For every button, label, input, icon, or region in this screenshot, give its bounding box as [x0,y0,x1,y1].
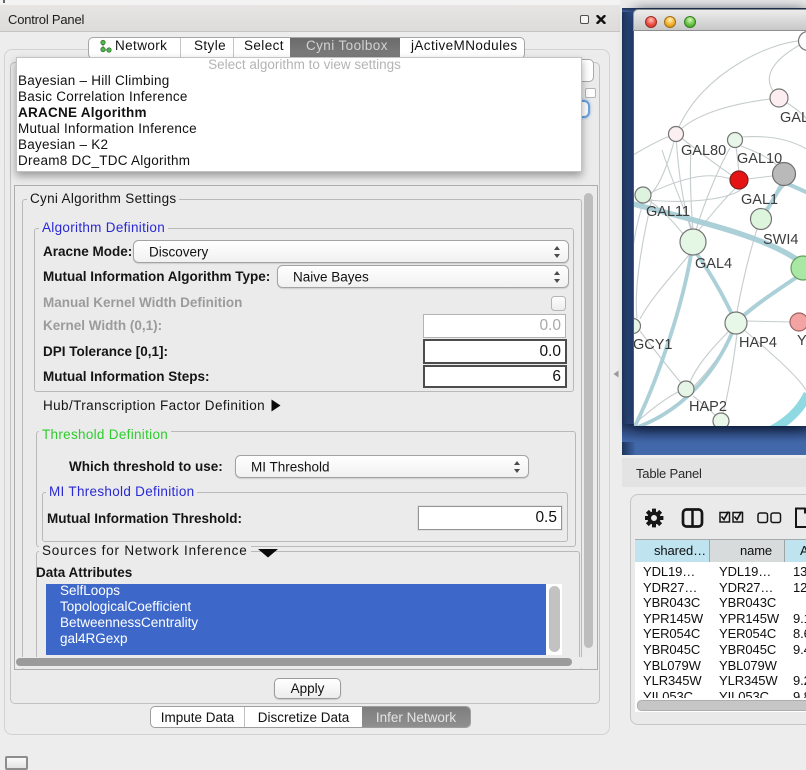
svg-text:YJ: YJ [797,333,806,349]
svg-text:GAL80: GAL80 [681,143,726,159]
svg-text:HAP2: HAP2 [689,399,727,415]
svg-text:GCY1: GCY1 [634,337,673,353]
svg-text:GAL1: GAL1 [741,192,778,208]
svg-text:GAL10: GAL10 [737,151,782,167]
svg-text:HAP4: HAP4 [739,335,777,351]
svg-text:GAL2: GAL2 [780,110,806,126]
svg-text:SWI4: SWI4 [763,232,798,248]
svg-text:GAL4: GAL4 [695,256,732,272]
svg-text:GAL11: GAL11 [646,204,690,220]
